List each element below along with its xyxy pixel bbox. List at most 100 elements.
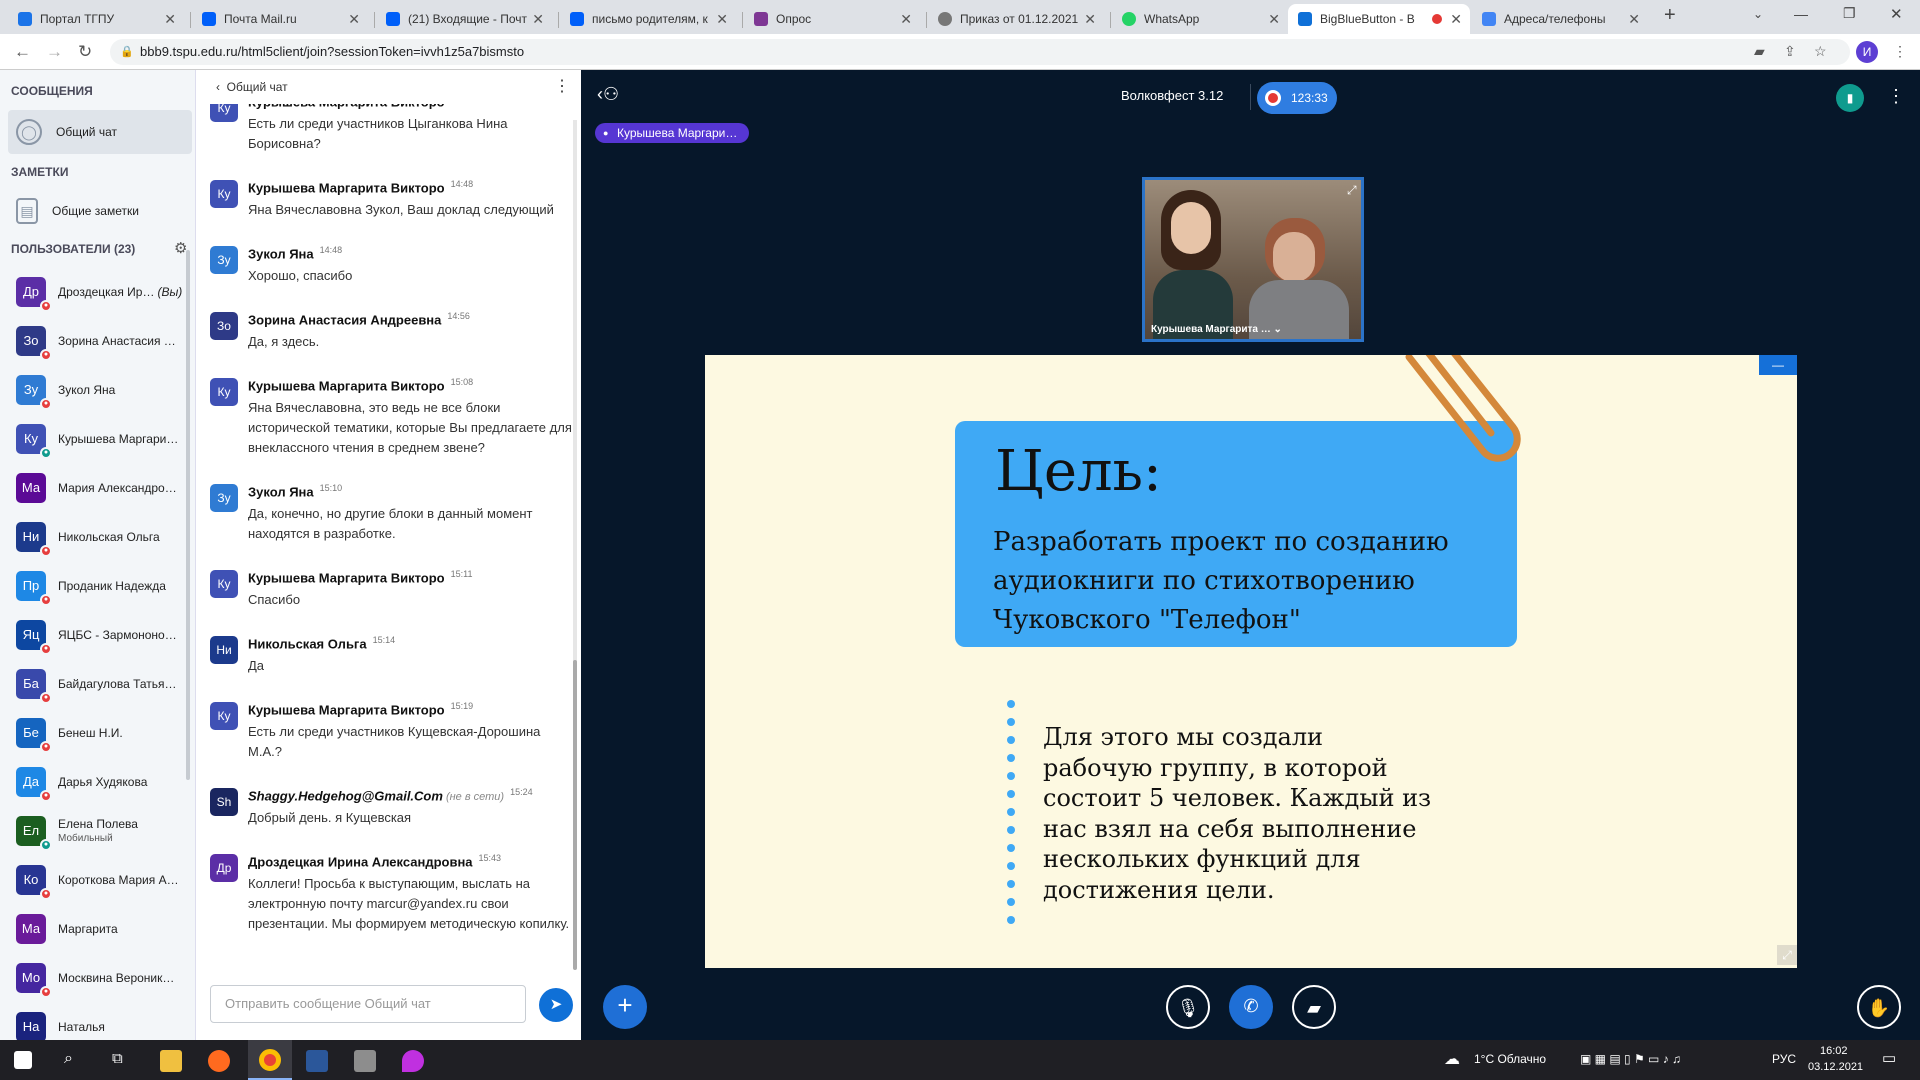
send-button[interactable]: ➤ [539, 988, 573, 1022]
raise-hand-button[interactable]: ✋ [1857, 985, 1901, 1029]
clock-time[interactable]: 16:02 [1820, 1045, 1848, 1057]
user-list-item[interactable]: Ни ● Никольская Ольга [0, 513, 190, 561]
task-view-icon[interactable]: ⧉ [112, 1050, 123, 1067]
user-name-text: Курышева Маргари… [58, 432, 179, 446]
sender-name: Дроздецкая Ирина Александровна [248, 854, 473, 870]
windows-taskbar: ⌕ ⧉ ☁ 1°C Облачно ▣ ▦ ▤ ▯ ⚑ ▭ ♪ ♫ РУС 16… [0, 1040, 1920, 1080]
tab-order[interactable]: Приказ от 01.12.2021 ✕ [928, 4, 1104, 34]
weather-text[interactable]: 1°C Облачно [1474, 1052, 1546, 1066]
chat-options-icon[interactable]: ⋮ [554, 76, 570, 96]
minimize-icon[interactable]: — [1794, 6, 1808, 22]
app-drop-icon[interactable] [402, 1050, 424, 1072]
fullscreen-presentation-icon[interactable]: ⤢ [1777, 945, 1797, 965]
chat-header[interactable]: ‹ Общий чат [216, 80, 288, 94]
close-icon[interactable]: ✕ [1084, 11, 1096, 28]
window-close-icon[interactable]: ✕ [1890, 5, 1903, 23]
word-icon[interactable] [306, 1050, 328, 1072]
menu-icon[interactable]: ⋮ [1893, 43, 1907, 60]
tab-letter[interactable]: письмо родителям, к ✕ [560, 4, 736, 34]
windows-start-icon[interactable] [14, 1051, 32, 1069]
slide-bullets [1007, 700, 1017, 934]
chrome-taskbar-button[interactable] [248, 1040, 292, 1080]
search-icon[interactable]: ⌕ [64, 1050, 73, 1068]
muted-microphone-icon: ● [40, 594, 52, 606]
sender-name: Курышева Маргарита Викторо [248, 378, 445, 394]
file-explorer-icon[interactable] [160, 1050, 182, 1072]
user-list-item[interactable]: Ба ● Байдагулова Татья… [0, 660, 190, 708]
tab-whatsapp[interactable]: WhatsApp ✕ [1112, 4, 1288, 34]
close-icon[interactable]: ✕ [348, 11, 360, 28]
tab-addresses[interactable]: Адреса/телефоны ✕ [1472, 4, 1648, 34]
user-list-item[interactable]: Ко ● Короткова Мария А… [0, 856, 190, 904]
user-list-item[interactable]: Ма Маргарита [0, 905, 190, 953]
tab-poll[interactable]: Опрос ✕ [744, 4, 920, 34]
tray-icons[interactable]: ▣ ▦ ▤ ▯ ⚑ ▭ ♪ ♫ [1580, 1052, 1681, 1066]
public-chat-item[interactable]: ◯ Общий чат [8, 110, 192, 154]
sidebar-scrollbar[interactable] [186, 250, 190, 780]
star-icon[interactable]: ☆ [1814, 43, 1827, 60]
whatsapp-icon [1122, 12, 1136, 26]
message-time: 15:43 [478, 853, 502, 863]
reload-icon[interactable]: ↻ [78, 42, 92, 62]
chevron-left-icon[interactable]: ‹ [216, 80, 220, 94]
slide-goal: Разработать проект по созданию аудиокниг… [993, 527, 1449, 635]
language-indicator[interactable]: РУС [1772, 1052, 1796, 1066]
user-list-item[interactable]: Зо ● Зорина Анастасия … [0, 317, 190, 365]
close-icon[interactable]: ✕ [900, 11, 912, 28]
webcam-off-button[interactable]: ▰ [1292, 985, 1336, 1029]
tab-mail[interactable]: Почта Mail.ru ✕ [192, 4, 368, 34]
archive-icon[interactable] [354, 1050, 376, 1072]
shared-notes-item[interactable]: ▤ Общие заметки [0, 189, 193, 233]
user-list-item[interactable]: Ел ● Мобильный Елена Полева [0, 807, 190, 855]
close-icon[interactable]: ✕ [164, 11, 176, 28]
user-name-text: Бенеш Н.И. [58, 726, 123, 740]
user-list-item[interactable]: Яц ● ЯЦБС - Зармононо… [0, 611, 190, 659]
webcam-video[interactable]: ⤢ Курышева Маргарита … ⌄ [1142, 177, 1364, 342]
tab-bigbluebutton[interactable]: BigBlueButton - B ✕ [1288, 4, 1470, 34]
firefox-icon[interactable] [208, 1050, 230, 1072]
user-list-item[interactable]: Ку ● Курышева Маргари… [0, 415, 190, 463]
camera-icon[interactable]: ▰ [1754, 43, 1765, 60]
user-list-item[interactable]: Ма Мария Александро… [0, 464, 190, 512]
close-icon[interactable]: ✕ [1450, 11, 1462, 28]
forward-icon[interactable]: → [46, 42, 63, 62]
user-list-item[interactable]: Бе ● Бенеш Н.И. [0, 709, 190, 757]
webcam-username[interactable]: Курышева Маргарита … ⌄ [1151, 324, 1282, 335]
new-tab-button[interactable]: + [1664, 4, 1676, 27]
restore-icon[interactable]: ❐ [1843, 5, 1856, 22]
user-list-item[interactable]: Мо ● Москвина Вероник… [0, 954, 190, 1002]
fullscreen-icon[interactable]: ⤢ [1347, 183, 1357, 198]
sender-name: Никольская Ольга [248, 636, 367, 652]
minimize-presentation-button[interactable]: — [1759, 355, 1797, 375]
options-menu-icon[interactable]: ⋮ [1887, 86, 1905, 107]
user-list-toggle-icon[interactable]: ‹⚇ [597, 84, 619, 105]
user-list-item[interactable]: Да ● Дарья Худякова [0, 758, 190, 806]
connection-status-icon[interactable]: ▮ [1836, 84, 1864, 112]
close-icon[interactable]: ✕ [532, 11, 544, 28]
chevron-down-icon[interactable]: ⌄ [1753, 7, 1763, 21]
audio-phone-button[interactable]: ✆ [1229, 985, 1273, 1029]
back-icon[interactable]: ← [14, 42, 31, 62]
user-device-label: Мобильный [58, 833, 113, 844]
url-field[interactable]: 🔒 bbb9.tspu.edu.ru/html5client/join?sessi… [110, 39, 1850, 65]
recording-indicator[interactable]: 123:33 [1257, 82, 1337, 114]
tab-inbox[interactable]: (21) Входящие - Почт ✕ [376, 4, 552, 34]
close-icon[interactable]: ✕ [1628, 11, 1640, 28]
chat-message-input[interactable]: Отправить сообщение Общий чат [210, 985, 526, 1023]
avatar: Зо [210, 312, 238, 340]
actions-plus-button[interactable]: + [603, 985, 647, 1029]
close-icon[interactable]: ✕ [716, 11, 728, 28]
clock-date[interactable]: 03.12.2021 [1808, 1061, 1863, 1073]
mute-microphone-button[interactable]: 🎙 [1166, 985, 1210, 1029]
close-icon[interactable]: ✕ [1268, 11, 1280, 28]
profile-avatar[interactable]: И [1856, 41, 1878, 63]
meeting-title: Волковфест 3.12 [1121, 88, 1224, 103]
tab-portal[interactable]: Портал ТГПУ ✕ [8, 4, 184, 34]
chat-scrollbar[interactable] [573, 120, 577, 970]
share-icon[interactable]: ⇪ [1784, 43, 1796, 60]
user-list-item[interactable]: Зу ● Зукол Яна [0, 366, 190, 414]
chat-scrollbar-thumb[interactable] [573, 660, 577, 970]
notifications-icon[interactable]: ▭ [1882, 1049, 1896, 1067]
user-list-item[interactable]: Пр ● Проданик Надежда [0, 562, 190, 610]
user-list-item[interactable]: Др ● Дроздецкая Ир… (Вы) [0, 268, 190, 316]
